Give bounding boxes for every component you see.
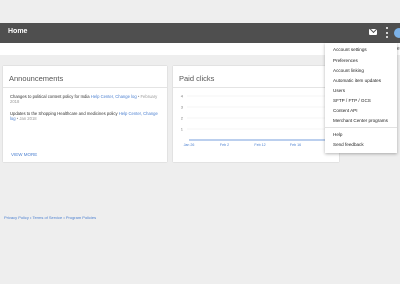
menu-item-merchant-center-programs[interactable]: Merchant Center programs <box>333 118 388 123</box>
x-tick-label: Feb 12 <box>254 143 265 147</box>
paid-clicks-title: Paid clicks <box>179 74 215 83</box>
announcement-meta-link[interactable]: Help Center, Change log <box>91 94 137 99</box>
announcement-item[interactable]: Updates to the Shopping Healthcare and m… <box>10 111 160 121</box>
menu-divider <box>325 127 397 128</box>
announcement-item[interactable]: Changes to political content policy for … <box>10 94 160 104</box>
page-title: Home <box>8 28 28 35</box>
menu-item-preferences[interactable]: Preferences <box>333 58 358 63</box>
mail-icon[interactable] <box>369 29 377 35</box>
menu-item-help[interactable]: Help <box>333 132 342 137</box>
announcements-card: Announcements Changes to political conte… <box>3 66 167 162</box>
x-tick-label: Feb 2 <box>220 143 229 147</box>
x-tick-label: Jan 26 <box>184 143 195 147</box>
top-app-bar: Home <box>0 23 400 43</box>
menu-item-sftp[interactable]: SFTP / FTP / GCS <box>333 98 371 103</box>
avatar[interactable] <box>394 28 400 38</box>
paid-clicks-chart: 4321Jan 26Feb 2Feb 12Feb 16Feb 20 <box>181 94 337 148</box>
y-tick-label: 1 <box>181 127 184 132</box>
divider <box>3 87 167 88</box>
more-vert-icon[interactable] <box>386 27 389 38</box>
menu-item-send-feedback[interactable]: Send feedback <box>333 142 364 147</box>
menu-item-content-api[interactable]: Content API <box>333 108 358 113</box>
y-tick-label: 4 <box>181 94 184 99</box>
menu-item-account-linking[interactable]: Account linking <box>333 68 364 73</box>
y-tick-label: 3 <box>181 105 184 110</box>
menu-item-users[interactable]: Users <box>333 88 345 93</box>
menu-item-account-settings[interactable]: Account settings <box>333 47 367 52</box>
announcement-meta-link[interactable]: Help Center, Change <box>119 111 158 116</box>
announcements-title: Announcements <box>9 74 64 83</box>
paid-clicks-card: Paid clicks 4321Jan 26Feb 2Feb 12Feb 16F… <box>173 66 339 162</box>
menu-item-automatic-item-updates[interactable]: Automatic item updates <box>333 78 381 83</box>
footer-links[interactable]: Privacy Policy • Terms of Service • Prog… <box>4 215 96 220</box>
settings-menu: Account settings Preferences Account lin… <box>325 43 397 153</box>
divider <box>173 87 339 88</box>
y-tick-label: 2 <box>181 116 184 121</box>
x-tick-label: Feb 16 <box>290 143 301 147</box>
view-more-link[interactable]: VIEW MORE <box>11 152 37 157</box>
